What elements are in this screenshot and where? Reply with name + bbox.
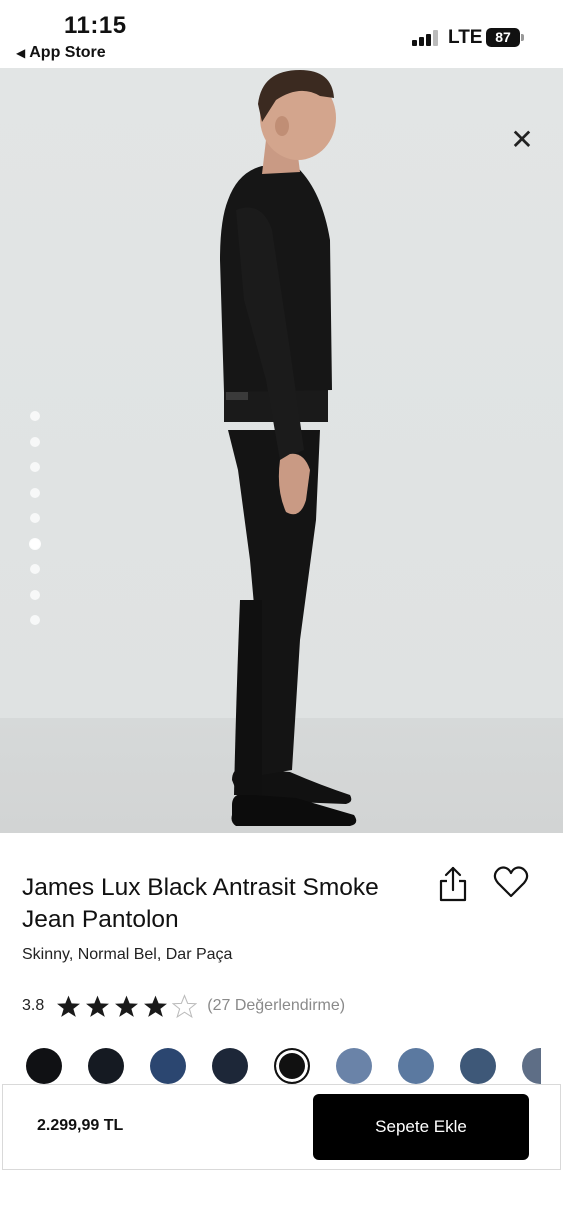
close-icon: ✕ [510, 124, 534, 155]
star-filled-icon [86, 995, 110, 1017]
color-swatch-2[interactable] [88, 1048, 124, 1084]
image-dot-1[interactable] [30, 411, 40, 421]
rating-value: 3.8 [22, 997, 45, 1014]
status-bar: 11:15 ◀ App Store LTE 87 [0, 0, 563, 68]
star-empty-icon [172, 993, 198, 1018]
image-dot-5[interactable] [30, 513, 40, 523]
star-filled-icon [57, 995, 81, 1017]
rating-stars [56, 993, 198, 1019]
close-button[interactable]: ✕ [506, 124, 538, 156]
signal-icon [412, 30, 440, 46]
back-to-app-store[interactable]: ◀ App Store [16, 44, 106, 62]
image-dot-8[interactable] [30, 589, 40, 600]
product-subtitle: Skinny, Normal Bel, Dar Paça [22, 946, 233, 963]
image-dot-7[interactable] [30, 564, 40, 574]
color-swatch-3[interactable] [150, 1048, 186, 1084]
image-dot-3[interactable] [30, 462, 40, 472]
color-swatch-8[interactable] [460, 1048, 496, 1084]
color-swatches [26, 1048, 541, 1086]
color-swatch-1[interactable] [26, 1048, 62, 1084]
heart-icon [493, 866, 529, 898]
status-time: 11:15 [64, 12, 127, 39]
color-swatch-9[interactable] [522, 1048, 541, 1084]
color-swatch-4[interactable] [212, 1048, 248, 1084]
product-image[interactable] [0, 68, 563, 833]
image-dot-4[interactable] [30, 487, 40, 498]
star-filled-icon [144, 995, 168, 1017]
rating-row[interactable]: 3.8 (27 Değerlendirme) [22, 992, 345, 1020]
image-pagination [30, 411, 42, 641]
network-label: LTE [448, 27, 483, 48]
color-swatch-6[interactable] [336, 1048, 372, 1084]
product-title: James Lux Black Antrasit Smoke Jean Pant… [22, 874, 379, 933]
image-dot-9[interactable] [30, 615, 40, 625]
color-swatch-5-selected[interactable] [274, 1048, 310, 1084]
favorite-button[interactable] [492, 864, 530, 900]
add-to-cart-button[interactable]: Sepete Ekle [313, 1094, 529, 1160]
back-triangle-icon: ◀ [16, 46, 26, 60]
product-price: 2.299,99 TL [37, 1117, 124, 1134]
star-filled-icon [115, 995, 139, 1017]
review-count[interactable]: (27 Değerlendirme) [207, 997, 345, 1015]
color-swatch-7[interactable] [398, 1048, 434, 1084]
share-icon [439, 866, 467, 902]
battery-tip [521, 34, 524, 41]
back-app-label: App Store [29, 44, 106, 61]
share-button[interactable] [436, 864, 470, 904]
image-dot-2[interactable] [30, 436, 40, 447]
image-dot-6-active[interactable] [30, 538, 40, 549]
product-photo-model [220, 70, 357, 826]
bottom-purchase-bar: 2.299,99 TL Sepete Ekle [2, 1084, 561, 1170]
battery-icon: 87 [486, 28, 520, 47]
